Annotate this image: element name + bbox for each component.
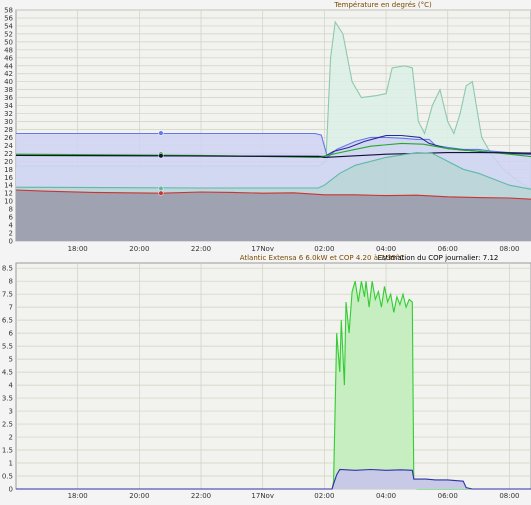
y-tick-label: 48 [4,46,13,54]
y-tick-label: 6 [9,214,14,222]
y-tick-label: 38 [4,86,13,94]
y-tick-label: 2 [9,434,13,442]
y-tick-label: 58 [4,7,13,15]
y-tick-label: 0 [9,238,13,246]
y-tick-label: 1.5 [2,447,13,455]
y-tick-label: 8 [9,206,13,214]
series-marker-6 [158,185,164,191]
x-tick-label: 17Nov [251,492,274,500]
x-tick-label: 08:00 [499,245,519,253]
chart-panel-2: 0 0.5 1 1.5 2 2.5 3 3.5 4 4.5 5 5.5 6 6.5 7 7.5 8 8.5 18:0… [2,254,531,500]
y-tick-label: 52 [4,30,13,38]
y-tick-label: 24 [4,142,13,150]
series-marker-2 [158,130,164,136]
x-tick-label: 20:00 [129,245,149,253]
y-tick-label: 7 [9,304,13,312]
series-marker-7 [158,190,164,196]
y-tick-label: 18 [4,166,13,174]
x-tick-label: 04:00 [376,492,396,500]
y-tick-label: 34 [4,102,13,110]
y-tick-label: 4.5 [2,369,13,377]
y-tick-label: 28 [4,126,13,134]
y-tick-label: 8.5 [2,265,13,273]
y-tick-label: 14 [4,182,13,190]
y-tick-label: 0 [9,486,13,494]
chart-window: 0 2 4 6 8 10 12 14 16 18 20 22 24 26 28 30 32 34 36 38 40 42 4… [0,0,531,501]
y-tick-label: 32 [4,110,13,118]
x-tick-label: 20:00 [129,492,149,500]
x-tick-label: 18:00 [68,245,88,253]
y-tick-label: 30 [4,118,13,126]
y-tick-label: 5.5 [2,343,13,351]
y-tick-label: 4 [9,222,14,230]
y-tick-label: 6 [9,330,14,338]
y-tick-label: 46 [4,54,13,62]
chart-canvas: 0246810121416182022242628303234363840424… [2,1,531,500]
y-tick-label: 50 [4,38,13,46]
x-tick-label: 02:00 [314,245,334,253]
chart-title: Température en degrés (°C) [333,1,432,9]
y-tick-label: 6.5 [2,317,13,325]
y-tick-label: 22 [4,150,13,158]
y-tick-label: 3 [9,408,13,416]
y-tick-label: 8 [9,278,13,286]
y-tick-label: 5 [9,356,13,364]
y-tick-label: 4 [9,382,14,390]
y-tick-label: 1 [9,460,13,468]
y-tick-label: 54 [4,22,13,30]
x-tick-label: 06:00 [438,492,458,500]
plot-area [15,262,531,490]
series-area-7 [16,190,531,241]
series-marker-5 [158,153,164,159]
y-tick-label: 12 [4,190,13,198]
y-tick-label: 20 [4,158,13,166]
chart-panel-1: 0246810121416182022242628303234363840424… [4,1,531,253]
x-tick-label: 18:00 [68,492,88,500]
x-tick-label: 06:00 [438,245,458,253]
x-tick-label: 22:00 [191,245,211,253]
x-tick-label: 04:00 [376,245,396,253]
y-tick-label: 56 [4,14,13,22]
y-tick-label: 16 [4,174,13,182]
y-tick-label: 36 [4,94,13,102]
y-tick-label: 42 [4,70,13,78]
y-tick-label: 40 [4,78,13,86]
y-tick-label: 3.5 [2,395,13,403]
y-tick-label: 7.5 [2,291,13,299]
y-tick-label: 2 [9,230,13,238]
y-tick-label: 44 [4,62,13,70]
x-tick-label: 08:00 [499,492,519,500]
x-tick-label: 22:00 [191,492,211,500]
y-tick-label: 26 [4,134,13,142]
y-tick-label: 0.5 [2,473,13,481]
x-tick-label: 17Nov [251,245,274,253]
x-tick-label: 02:00 [314,492,334,500]
cop-annotation: Estimation du COP journalier: 7.12 [378,254,499,262]
y-tick-label: 10 [4,198,13,206]
y-tick-label: 2.5 [2,421,13,429]
